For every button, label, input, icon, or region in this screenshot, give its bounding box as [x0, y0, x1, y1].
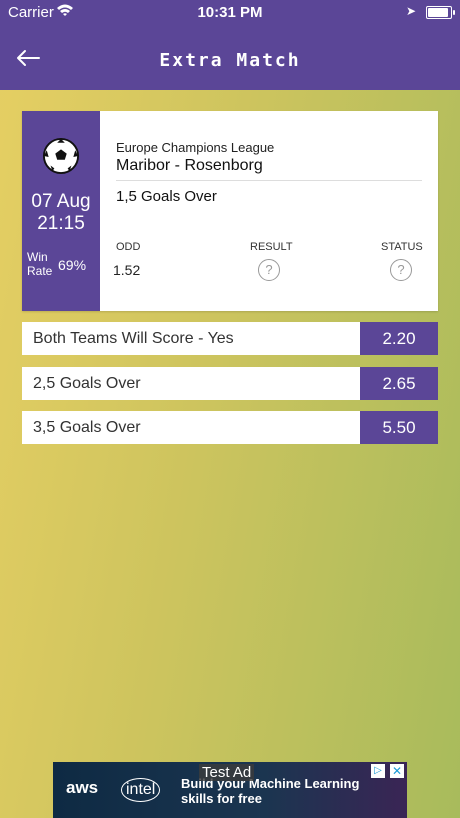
bet-odd: 5.50: [360, 411, 438, 444]
prediction-text: 1,5 Goals Over: [116, 188, 217, 205]
bet-row[interactable]: Both Teams Will Score - Yes 2.20: [22, 322, 438, 355]
adchoices-icon[interactable]: ▷: [371, 764, 385, 778]
result-label: RESULT: [250, 241, 293, 253]
question-icon: ?: [258, 259, 280, 281]
status-bar: Carrier 10:31 PM ➤: [0, 0, 460, 24]
clock: 10:31 PM: [197, 4, 263, 21]
bet-odd: 2.20: [360, 322, 438, 355]
odd-value: 1.52: [113, 262, 141, 278]
bet-row[interactable]: 3,5 Goals Over 5.50: [22, 411, 438, 444]
page-title: Extra Match: [159, 50, 301, 71]
bet-label: Both Teams Will Score - Yes: [33, 330, 234, 347]
match-teams: Maribor - Rosenborg: [116, 157, 263, 174]
odd-label: ODD: [116, 241, 141, 253]
ad-line-2: skills for free: [181, 791, 262, 806]
nav-bar: Extra Match: [0, 24, 460, 90]
league-name: Europe Champions League: [116, 140, 275, 155]
divider: [116, 180, 422, 181]
win-rate-value: 69%: [58, 257, 87, 273]
ad-banner[interactable]: aws intel Build your Machine Learning sk…: [53, 762, 407, 818]
win-rate-label: Win Rate: [27, 250, 53, 278]
test-ad-badge: Test Ad: [199, 764, 255, 781]
aws-logo: aws: [66, 778, 99, 797]
bet-row[interactable]: 2,5 Goals Over 2.65: [22, 367, 438, 400]
soccer-ball-icon: [42, 137, 80, 175]
intel-logo: intel: [121, 778, 161, 802]
bet-label: 3,5 Goals Over: [33, 419, 141, 436]
bet-label: 2,5 Goals Over: [33, 375, 141, 392]
status-label: STATUS: [381, 241, 423, 253]
match-side-panel: 07 Aug 21:15 Win Rate 69%: [22, 111, 100, 311]
match-card: 07 Aug 21:15 Win Rate 69% Europe Champio…: [22, 111, 438, 311]
question-icon: ?: [390, 259, 412, 281]
bet-odd: 2.65: [360, 367, 438, 400]
location-icon: ➤: [405, 4, 416, 18]
battery-icon: [426, 6, 455, 19]
match-date: 07 Aug: [31, 191, 91, 212]
match-time: 21:15: [37, 213, 85, 234]
close-icon[interactable]: ✕: [390, 764, 404, 778]
